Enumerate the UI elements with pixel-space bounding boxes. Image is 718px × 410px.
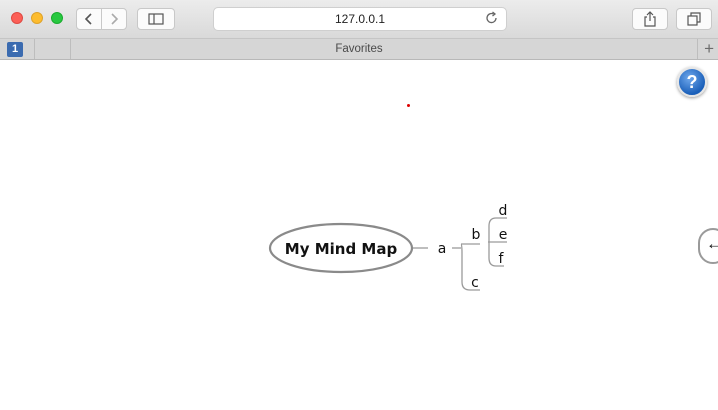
- node-a[interactable]: a: [438, 241, 447, 257]
- node-e[interactable]: e: [499, 227, 508, 243]
- mind-map: My Mind Map a b c d e f: [268, 203, 508, 291]
- mind-map-connectors: [413, 217, 507, 291]
- node-f[interactable]: f: [499, 251, 505, 267]
- node-d[interactable]: d: [499, 203, 508, 219]
- node-b[interactable]: b: [472, 227, 481, 243]
- root-node-label: My Mind Map: [285, 240, 398, 258]
- node-c[interactable]: c: [471, 275, 479, 291]
